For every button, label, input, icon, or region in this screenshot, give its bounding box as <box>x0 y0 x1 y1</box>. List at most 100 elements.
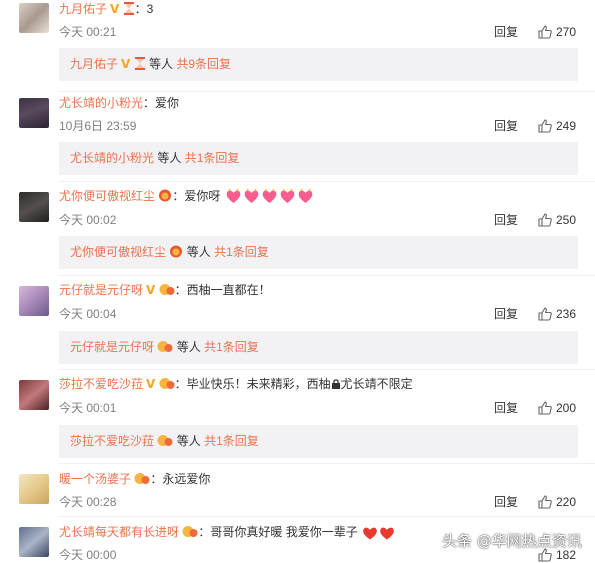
lock-icon <box>331 378 341 394</box>
thumbs-up-icon <box>538 307 552 321</box>
like-count: 270 <box>556 25 577 39</box>
username[interactable]: 尤你便可傲视红尘 <box>70 245 166 259</box>
username[interactable]: 九月佑子 <box>70 57 118 71</box>
sub-text: 等人 <box>149 57 174 71</box>
like-button[interactable]: 220 <box>538 494 576 510</box>
reply-button[interactable]: 回复 <box>494 306 518 322</box>
thumbs-up-icon <box>538 495 552 509</box>
username[interactable]: 九月佑子 <box>59 2 107 16</box>
sub-text: 等人 <box>157 151 182 165</box>
timestamp: 10月6日 23:59 <box>59 119 137 133</box>
comment-text: ：毕业快乐！未来精彩，西柚 <box>174 377 331 391</box>
like-count: 200 <box>556 401 577 415</box>
like-count: 220 <box>556 495 577 509</box>
red-heart-icon <box>379 526 395 544</box>
like-button[interactable]: 249 <box>538 118 576 134</box>
username[interactable]: 元仔就是元仔呀 <box>70 340 154 354</box>
thumbs-up-icon <box>538 119 552 133</box>
sub-replies-box[interactable]: 莎拉不爱吃沙菈 等人 共1条回复 <box>59 425 578 458</box>
like-count: 250 <box>556 213 577 227</box>
like-button[interactable]: 270 <box>538 24 576 40</box>
timestamp: 今天 00:21 <box>59 25 117 39</box>
heart-emoji-icon <box>261 188 278 208</box>
like-button[interactable]: 250 <box>538 212 576 228</box>
like-count: 249 <box>556 119 577 133</box>
username[interactable]: 元仔就是元仔呀 <box>59 283 143 297</box>
comment-text: ：哥哥你真好暖 我爱你一辈子 <box>198 525 358 539</box>
comment-text: ：3 <box>134 2 154 16</box>
member-badge-icon <box>157 340 173 357</box>
lion-badge-icon <box>158 189 172 206</box>
heart-emoji-icon <box>279 188 296 208</box>
username[interactable]: 尤长靖每天都有长进呀 <box>59 525 179 539</box>
reply-button[interactable]: 回复 <box>494 400 518 416</box>
username[interactable]: 暖一个汤婆子 <box>59 472 131 486</box>
reply-button[interactable]: 回复 <box>494 494 518 510</box>
username[interactable]: 尤你便可傲视红尘 <box>59 189 155 203</box>
verified-v-icon: V <box>121 57 131 71</box>
sub-text: 等人 <box>176 434 201 448</box>
divider <box>59 516 595 517</box>
divider <box>59 463 595 464</box>
username[interactable]: 尤长靖的小粉光 <box>59 96 143 110</box>
hourglass-badge-icon <box>134 57 146 74</box>
timestamp: 今天 00:01 <box>59 401 117 415</box>
username[interactable]: 莎拉不爱吃沙菈 <box>70 434 154 448</box>
timestamp: 今天 00:02 <box>59 213 117 227</box>
sub-count-link[interactable]: 共1条回复 <box>204 340 259 354</box>
avatar[interactable] <box>19 98 49 128</box>
like-button[interactable]: 236 <box>538 306 576 322</box>
reply-button[interactable]: 回复 <box>494 212 518 228</box>
comment-text: ：永远爱你 <box>150 472 211 486</box>
hourglass-badge-icon <box>123 2 135 19</box>
thumbs-up-icon <box>538 25 552 39</box>
comment-text-cont: 尤长靖不限定 <box>340 377 413 391</box>
timestamp: 今天 00:28 <box>59 495 117 509</box>
username[interactable]: 尤长靖的小粉光 <box>70 151 154 165</box>
red-heart-icon <box>362 526 378 544</box>
heart-emoji-icon <box>243 188 260 208</box>
watermark: 头条 @华网热点资讯 <box>442 532 582 550</box>
sub-replies-box[interactable]: 尤长靖的小粉光 等人 共1条回复 <box>59 142 578 175</box>
comment-text: ：爱你呀 <box>172 189 221 203</box>
avatar[interactable] <box>19 474 49 504</box>
sub-count-link[interactable]: 共1条回复 <box>204 434 259 448</box>
like-button[interactable]: 200 <box>538 400 576 416</box>
avatar[interactable] <box>19 527 49 557</box>
avatar[interactable] <box>19 380 49 410</box>
sub-replies-box[interactable]: 元仔就是元仔呀 等人 共1条回复 <box>59 331 578 364</box>
divider <box>59 369 595 370</box>
divider <box>59 181 595 182</box>
sub-count-link[interactable]: 共1条回复 <box>214 245 269 259</box>
sub-text: 等人 <box>176 340 201 354</box>
divider <box>59 275 595 276</box>
timestamp: 今天 00:04 <box>59 307 117 321</box>
sub-replies-box[interactable]: 尤你便可傲视红尘 等人 共1条回复 <box>59 236 578 269</box>
verified-v-icon: V <box>110 2 120 16</box>
avatar[interactable] <box>19 3 49 33</box>
username[interactable]: 莎拉不爱吃沙菈 <box>59 377 143 391</box>
thumbs-up-icon <box>538 401 552 415</box>
sub-count-link[interactable]: 共9条回复 <box>176 57 231 71</box>
sub-text: 等人 <box>186 245 211 259</box>
sub-replies-box[interactable]: 九月佑子 V 等人 共9条回复 <box>59 48 578 81</box>
reply-button[interactable]: 回复 <box>494 24 518 40</box>
member-badge-icon <box>182 525 198 542</box>
verified-v-icon: V <box>146 377 156 391</box>
avatar[interactable] <box>19 286 49 316</box>
reply-button[interactable]: 回复 <box>494 118 518 134</box>
member-badge-icon <box>134 472 150 489</box>
heart-emoji-icon <box>297 188 314 208</box>
heart-emoji-icon <box>225 188 242 208</box>
member-badge-icon <box>159 283 175 300</box>
avatar[interactable] <box>19 192 49 222</box>
verified-v-icon: V <box>146 283 156 297</box>
like-count: 236 <box>556 307 577 321</box>
member-badge-icon <box>159 377 175 394</box>
lion-badge-icon <box>169 245 183 262</box>
member-badge-icon <box>157 434 173 451</box>
comment-text: ：西柚一直都在！ <box>174 283 271 297</box>
sub-count-link[interactable]: 共1条回复 <box>185 151 240 165</box>
divider <box>59 91 595 92</box>
comment-text: ：爱你 <box>143 96 180 110</box>
